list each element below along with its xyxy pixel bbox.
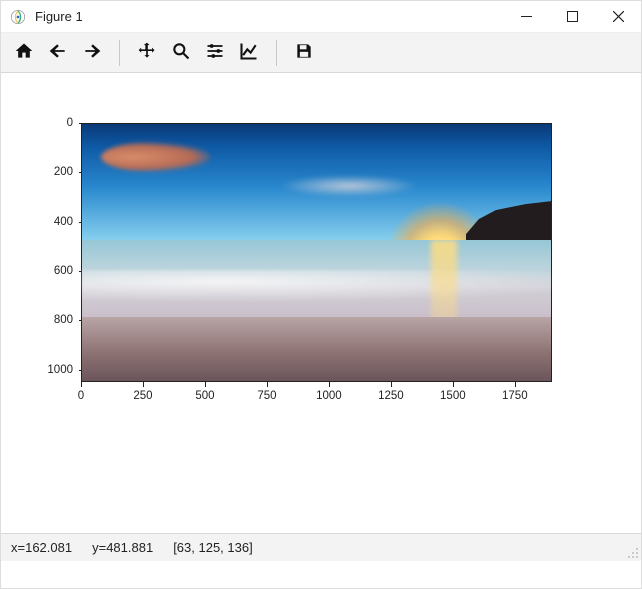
edit-axes-button[interactable] [232, 37, 266, 69]
x-tick-label: 1000 [316, 390, 342, 402]
x-tick-label: 750 [257, 390, 276, 402]
x-tick-label: 250 [133, 390, 152, 402]
home-button[interactable] [7, 37, 41, 69]
x-tick-label: 1750 [502, 390, 528, 402]
cursor-x-readout: x=162.081 [11, 540, 72, 555]
y-tick-label: 1000 [47, 364, 73, 376]
pan-icon [137, 41, 157, 64]
arrow-right-icon [82, 41, 102, 64]
y-axis-ticks: 02004006008001000 [41, 123, 79, 382]
configure-subplots-button[interactable] [198, 37, 232, 69]
arrow-left-icon [48, 41, 68, 64]
x-tick-label: 500 [195, 390, 214, 402]
zoom-button[interactable] [164, 37, 198, 69]
minimize-button[interactable] [503, 1, 549, 33]
displayed-image [82, 124, 551, 381]
x-tick-label: 0 [78, 390, 84, 402]
toolbar-separator [276, 40, 277, 66]
cursor-rgb-readout: [63, 125, 136] [173, 540, 253, 555]
figure-canvas[interactable]: 0 200 400 600 800 1000 0 250 500 750 1000 1250 1500… [1, 73, 641, 561]
home-icon [14, 41, 34, 64]
y-tick-label: 0 [67, 117, 73, 129]
save-button[interactable] [287, 37, 321, 69]
y-tick-label: 600 [54, 265, 73, 277]
toolbar-separator [119, 40, 120, 66]
x-tick-label: 1500 [440, 390, 466, 402]
save-icon [294, 41, 314, 64]
y-tick-label: 200 [54, 166, 73, 178]
resize-grip-icon[interactable] [627, 547, 639, 559]
maximize-button[interactable] [549, 1, 595, 33]
app-icon [9, 8, 27, 26]
x-axis-ticks: 0 250 500 750 1000 1250 1500 1750 [81, 382, 552, 404]
pan-button[interactable] [130, 37, 164, 69]
zoom-icon [171, 41, 191, 64]
statusbar: x=162.081 y=481.881 [63, 125, 136] [1, 533, 641, 561]
y-tick-label: 800 [54, 314, 73, 326]
sliders-icon [205, 41, 225, 64]
window-title: Figure 1 [35, 9, 83, 24]
toolbar [1, 33, 641, 73]
titlebar: Figure 1 [1, 1, 641, 33]
chart-line-icon [239, 41, 259, 64]
close-button[interactable] [595, 1, 641, 33]
x-tick-label: 1250 [378, 390, 404, 402]
back-button[interactable] [41, 37, 75, 69]
axes-frame [81, 123, 552, 382]
cursor-y-readout: y=481.881 [92, 540, 153, 555]
forward-button[interactable] [75, 37, 109, 69]
y-tick-label: 400 [54, 216, 73, 228]
